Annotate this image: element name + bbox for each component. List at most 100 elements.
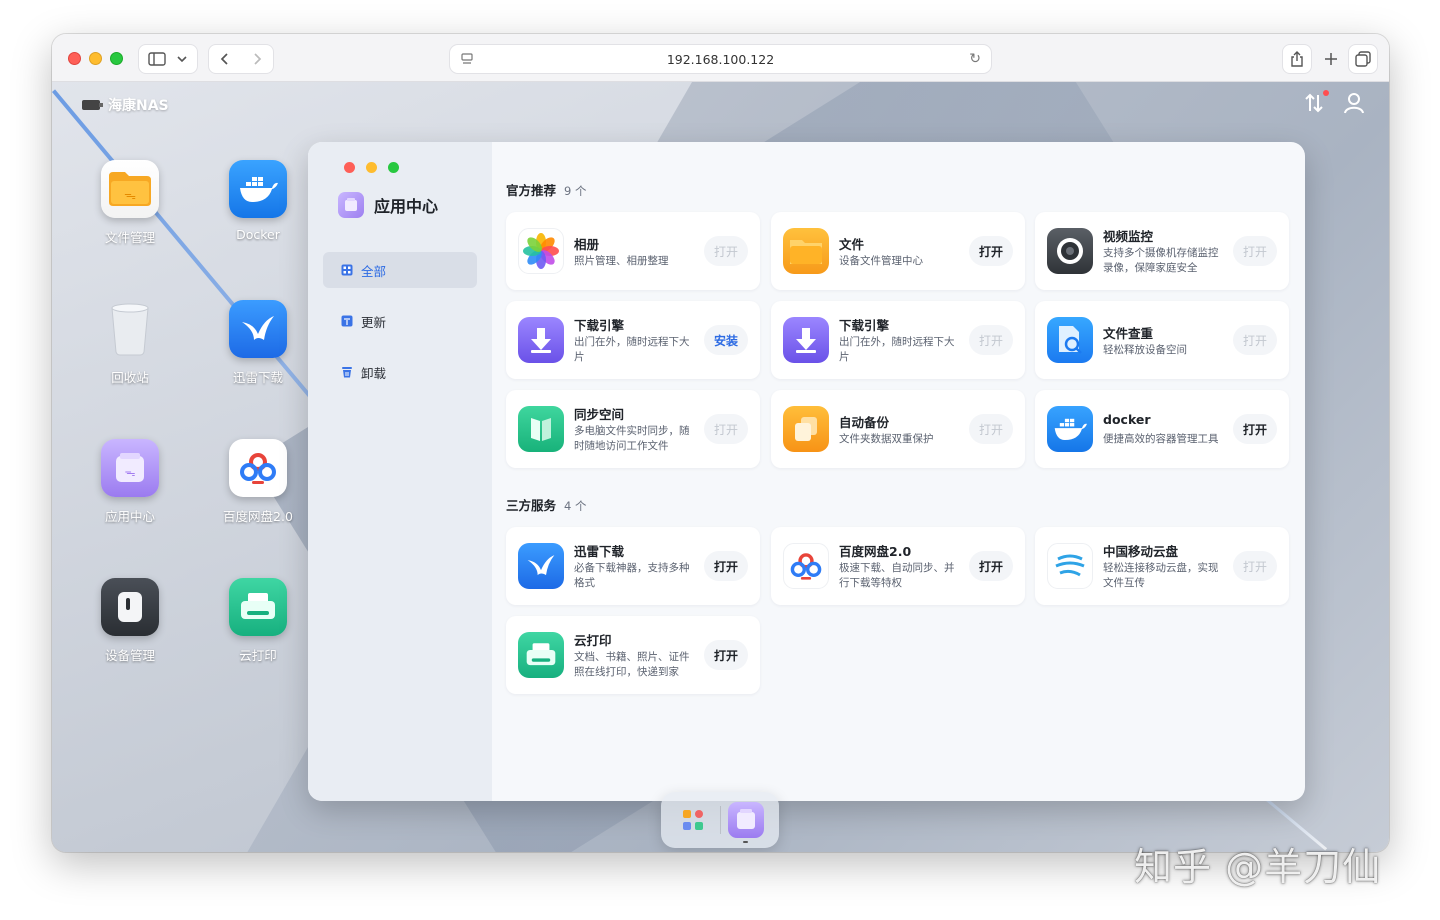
desktop-icon-recycle-bin[interactable]: 回收站 <box>82 300 178 386</box>
nas-brand: 海康NAS <box>82 95 169 115</box>
new-tab-button[interactable] <box>1316 44 1346 74</box>
tab-overview-button[interactable] <box>1348 44 1378 74</box>
app-card-files: 文件 设备文件管理中心 打开 <box>771 212 1025 290</box>
install-button[interactable]: 安装 <box>704 325 748 355</box>
desktop-icon-thunder[interactable]: 迅雷下载 <box>210 300 306 386</box>
app-center-icon <box>338 192 364 218</box>
app-center-title-label: 应用中心 <box>374 197 439 216</box>
desktop-icon-docker[interactable]: Docker <box>210 160 306 242</box>
desktop-icon-app-center[interactable]: ᯓ 应用中心 <box>82 439 178 525</box>
app-card-cloud-print: 云打印 文档、书籍、照片、证件照在线打印，快递到家 打开 <box>506 616 760 694</box>
app-name: 相册 <box>574 237 600 252</box>
app-card-download-engine-1: 下载引擎 出门在外，随时远程下大片 安装 <box>506 301 760 379</box>
open-button[interactable]: 打开 <box>1233 414 1277 444</box>
app-name: 百度网盘2.0 <box>839 544 912 559</box>
nav-item-uninstall[interactable]: 卸载 <box>323 354 477 390</box>
nav-item-label: 更新 <box>361 314 387 330</box>
open-button[interactable]: 打开 <box>704 640 748 670</box>
back-icon[interactable] <box>219 52 231 66</box>
sync-icon <box>518 406 564 452</box>
app-close-button[interactable] <box>344 162 355 173</box>
open-button[interactable]: 打开 <box>1233 325 1277 355</box>
tab-overview-icon <box>1355 51 1371 67</box>
app-desc: 极速下载、自动同步、并行下载等特权 <box>839 562 955 589</box>
download-icon <box>518 317 564 363</box>
app-desc: 支持多个摄像机存储监控录像，保障家庭安全 <box>1103 247 1219 274</box>
app-desc: 文件夹数据双重保护 <box>839 433 934 445</box>
app-card-docker: docker 便捷高效的容器管理工具 打开 <box>1035 390 1289 468</box>
nas-logo-icon <box>82 100 103 110</box>
app-minimize-button[interactable] <box>366 162 377 173</box>
open-button[interactable]: 打开 <box>704 414 748 444</box>
folder-icon <box>783 228 829 274</box>
site-settings-icon[interactable] <box>460 52 474 66</box>
nav-item-update[interactable]: 更新 <box>323 303 477 339</box>
dock-separator <box>720 806 721 834</box>
app-desc: 文档、书籍、照片、证件照在线打印，快递到家 <box>574 651 690 678</box>
open-button[interactable]: 打开 <box>704 236 748 266</box>
app-center-icon: ᯓ <box>101 439 159 497</box>
open-button[interactable]: 打开 <box>969 236 1013 266</box>
open-button[interactable]: 打开 <box>969 414 1013 444</box>
trash-icon <box>341 366 353 378</box>
desktop-icon-baidu-netdisk[interactable]: 百度网盘2.0 <box>210 439 306 525</box>
app-desc: 多电脑文件实时同步，随时随地访问工作文件 <box>574 425 690 452</box>
trash-icon <box>101 300 159 358</box>
grid-icon <box>341 264 353 276</box>
zoom-window-button[interactable] <box>110 52 123 65</box>
nav-item-all[interactable]: 全部 <box>323 252 477 288</box>
desktop-icon-label: 回收站 <box>111 370 149 385</box>
photos-pinwheel-icon <box>518 228 564 274</box>
app-center-icon[interactable] <box>728 802 764 838</box>
notification-dot <box>1323 90 1329 96</box>
forward-icon[interactable] <box>251 52 263 66</box>
section-count: 9 个 <box>564 184 587 198</box>
app-desc: 必备下载神器，支持多种格式 <box>574 562 690 589</box>
section-count: 4 个 <box>564 499 587 513</box>
desktop-icon-cloud-print[interactable]: 云打印 <box>210 578 306 664</box>
sidebar-toggle-button[interactable] <box>138 44 198 74</box>
nas-brand-label: 海康NAS <box>108 98 169 114</box>
nav-item-label: 全部 <box>361 263 387 279</box>
app-card-download-engine-2: 下载引擎 出门在外，随时远程下大片 打开 <box>771 301 1025 379</box>
open-button[interactable]: 打开 <box>969 325 1013 355</box>
app-desc: 轻松释放设备空间 <box>1103 344 1187 356</box>
baidu-netdisk-icon <box>229 439 287 497</box>
folder-icon: ᯓ <box>101 160 159 218</box>
transfer-icon[interactable] <box>1303 90 1329 114</box>
launchpad-icon[interactable] <box>675 802 711 838</box>
camera-icon <box>1047 228 1093 274</box>
thunder-bird-icon <box>518 543 564 589</box>
app-center-main: 官方推荐 9 个 相册 照片管理、相册整理 打开 文件 设备文件管理中心 打开 … <box>492 142 1305 801</box>
svg-text:ᯓ: ᯓ <box>124 188 136 202</box>
app-card-thunder: 迅雷下载 必备下载神器，支持多种格式 打开 <box>506 527 760 605</box>
desktop-icon-file-manager[interactable]: ᯓ 文件管理 <box>82 160 178 246</box>
desktop-icon-label: 百度网盘2.0 <box>223 509 293 524</box>
open-button[interactable]: 打开 <box>1233 551 1277 581</box>
open-button[interactable]: 打开 <box>969 551 1013 581</box>
update-icon <box>341 315 353 327</box>
app-name: 下载引擎 <box>839 318 890 333</box>
browser-toolbar: 192.168.100.122 ↻ <box>52 34 1389 82</box>
app-name: docker <box>1103 412 1151 427</box>
user-icon[interactable] <box>1343 92 1365 114</box>
printer-icon <box>518 632 564 678</box>
plus-icon <box>1325 53 1337 65</box>
desktop-icon-device-manager[interactable]: 设备管理 <box>82 578 178 664</box>
app-desc: 轻松连接移动云盘，实现文件互传 <box>1103 562 1219 589</box>
desktop-icon-label: 应用中心 <box>104 509 155 524</box>
share-button[interactable] <box>1282 44 1312 74</box>
app-card-file-dedupe: 文件查重 轻松释放设备空间 打开 <box>1035 301 1289 379</box>
download-icon <box>783 317 829 363</box>
open-button[interactable]: 打开 <box>1233 236 1277 266</box>
reload-icon[interactable]: ↻ <box>969 51 981 67</box>
file-search-icon <box>1047 317 1093 363</box>
open-button[interactable]: 打开 <box>704 551 748 581</box>
minimize-window-button[interactable] <box>89 52 102 65</box>
desktop-icon-label: 迅雷下载 <box>232 370 283 385</box>
app-card-video-surveillance: 视频监控 支持多个摄像机存储监控录像，保障家庭安全 打开 <box>1035 212 1289 290</box>
address-bar[interactable]: 192.168.100.122 ↻ <box>449 44 992 74</box>
app-center-window: 应用中心 全部 更新 卸载 官方推荐 9 个 相册 照片管理、相册整理 打开 文… <box>308 142 1305 801</box>
close-window-button[interactable] <box>68 52 81 65</box>
app-maximize-button[interactable] <box>388 162 399 173</box>
